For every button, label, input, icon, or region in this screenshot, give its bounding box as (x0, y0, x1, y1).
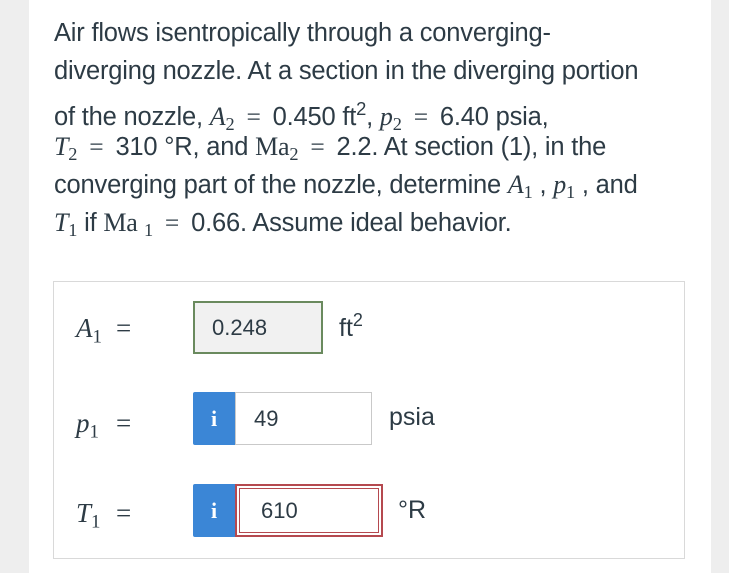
answer-label-t1: T1 = (76, 498, 131, 533)
label-symbol: T (76, 498, 92, 528)
temperature-symbol: T (54, 208, 69, 237)
problem-text: , (366, 103, 380, 132)
answer-input-a1[interactable]: 0.248 (193, 301, 323, 354)
info-icon[interactable]: i (193, 392, 235, 445)
problem-line-2: diverging nozzle. At a section in the di… (54, 52, 704, 90)
equals-sign: = (246, 102, 261, 132)
equals-sign: = (413, 102, 428, 132)
subscript: 1 (68, 220, 78, 241)
problem-text: Air flows isentropically through a conve… (54, 19, 551, 47)
label-subscript: 1 (89, 421, 99, 443)
equals-sign: = (116, 498, 132, 528)
answer-label-p1: p1 = (76, 408, 131, 443)
temperature-symbol: T (54, 132, 69, 161)
label-subscript: 1 (91, 511, 101, 533)
problem-line-1: Air flows isentropically through a conve… (54, 14, 704, 52)
problem-text: of the nozzle, (54, 103, 210, 132)
info-icon[interactable]: i (193, 484, 235, 537)
area-symbol: A (507, 170, 524, 199)
mach-symbol: Ma (103, 208, 144, 237)
unit-text: psia (389, 403, 435, 431)
equals-sign: = (89, 132, 104, 161)
equals-sign: = (164, 208, 180, 237)
equals-sign: = (116, 313, 132, 343)
unit-text: °R (398, 496, 427, 524)
input-value: 49 (254, 405, 279, 431)
unit-text: ft (339, 313, 353, 342)
pressure-symbol: p (379, 102, 393, 132)
pressure-symbol: p (553, 170, 567, 199)
problem-text: converging part of the nozzle, determine (54, 171, 508, 199)
problem-text: 0.66. Assume ideal behavior. (191, 209, 512, 237)
mach-symbol: Ma (255, 132, 290, 161)
subscript: 2 (68, 144, 78, 165)
superscript: 2 (356, 98, 367, 119)
problem-text: if (77, 209, 104, 237)
label-subscript: 1 (92, 326, 102, 348)
area-symbol: A (209, 102, 226, 132)
label-symbol: p (76, 408, 90, 438)
equals-sign: = (310, 132, 325, 161)
unit-superscript: 2 (352, 310, 363, 330)
info-glyph: i (210, 497, 218, 523)
problem-statement: Air flows isentropically through a conve… (54, 14, 704, 242)
unit-label-p1: psia (389, 403, 435, 432)
answer-input-t1[interactable]: 610 (235, 484, 383, 537)
input-value: 0.248 (212, 314, 268, 340)
label-symbol: A (76, 313, 93, 343)
problem-line-3: of the nozzle, A2 = 0.450 ft2, p2 = 6.40 psi… (54, 90, 704, 134)
unit-label-a1: ft2 (339, 310, 363, 343)
mach-value: 2.2. At section (1), in the (336, 133, 607, 161)
subscript: 1 (566, 182, 576, 203)
equals-sign: = (116, 408, 132, 438)
subscript: 1 (523, 182, 533, 203)
subscript: 1 (143, 220, 153, 241)
unit-label-t1: °R (398, 496, 426, 525)
input-value: 610 (261, 497, 298, 523)
problem-text: , (532, 171, 554, 199)
problem-text: , and (575, 171, 638, 199)
subscript: 2 (289, 144, 299, 165)
answer-label-a1: A1 = (76, 313, 131, 348)
problem-line-4: T2 = 310 °R, and Ma2 = 2.2. At section (1), … (54, 128, 704, 166)
pressure-value: 6.40 psia, (439, 103, 549, 132)
area-value: 0.450 ft (272, 103, 357, 132)
problem-line-5: converging part of the nozzle, determine… (54, 166, 704, 204)
info-glyph: i (210, 405, 218, 431)
problem-text: diverging nozzle. At a section in the di… (54, 57, 639, 85)
answer-input-p1[interactable]: 49 (235, 392, 372, 445)
temperature-value: 310 °R, and (115, 133, 256, 161)
problem-line-6: T1 if Ma 1 = 0.66. Assume ideal behavior. (54, 204, 704, 242)
